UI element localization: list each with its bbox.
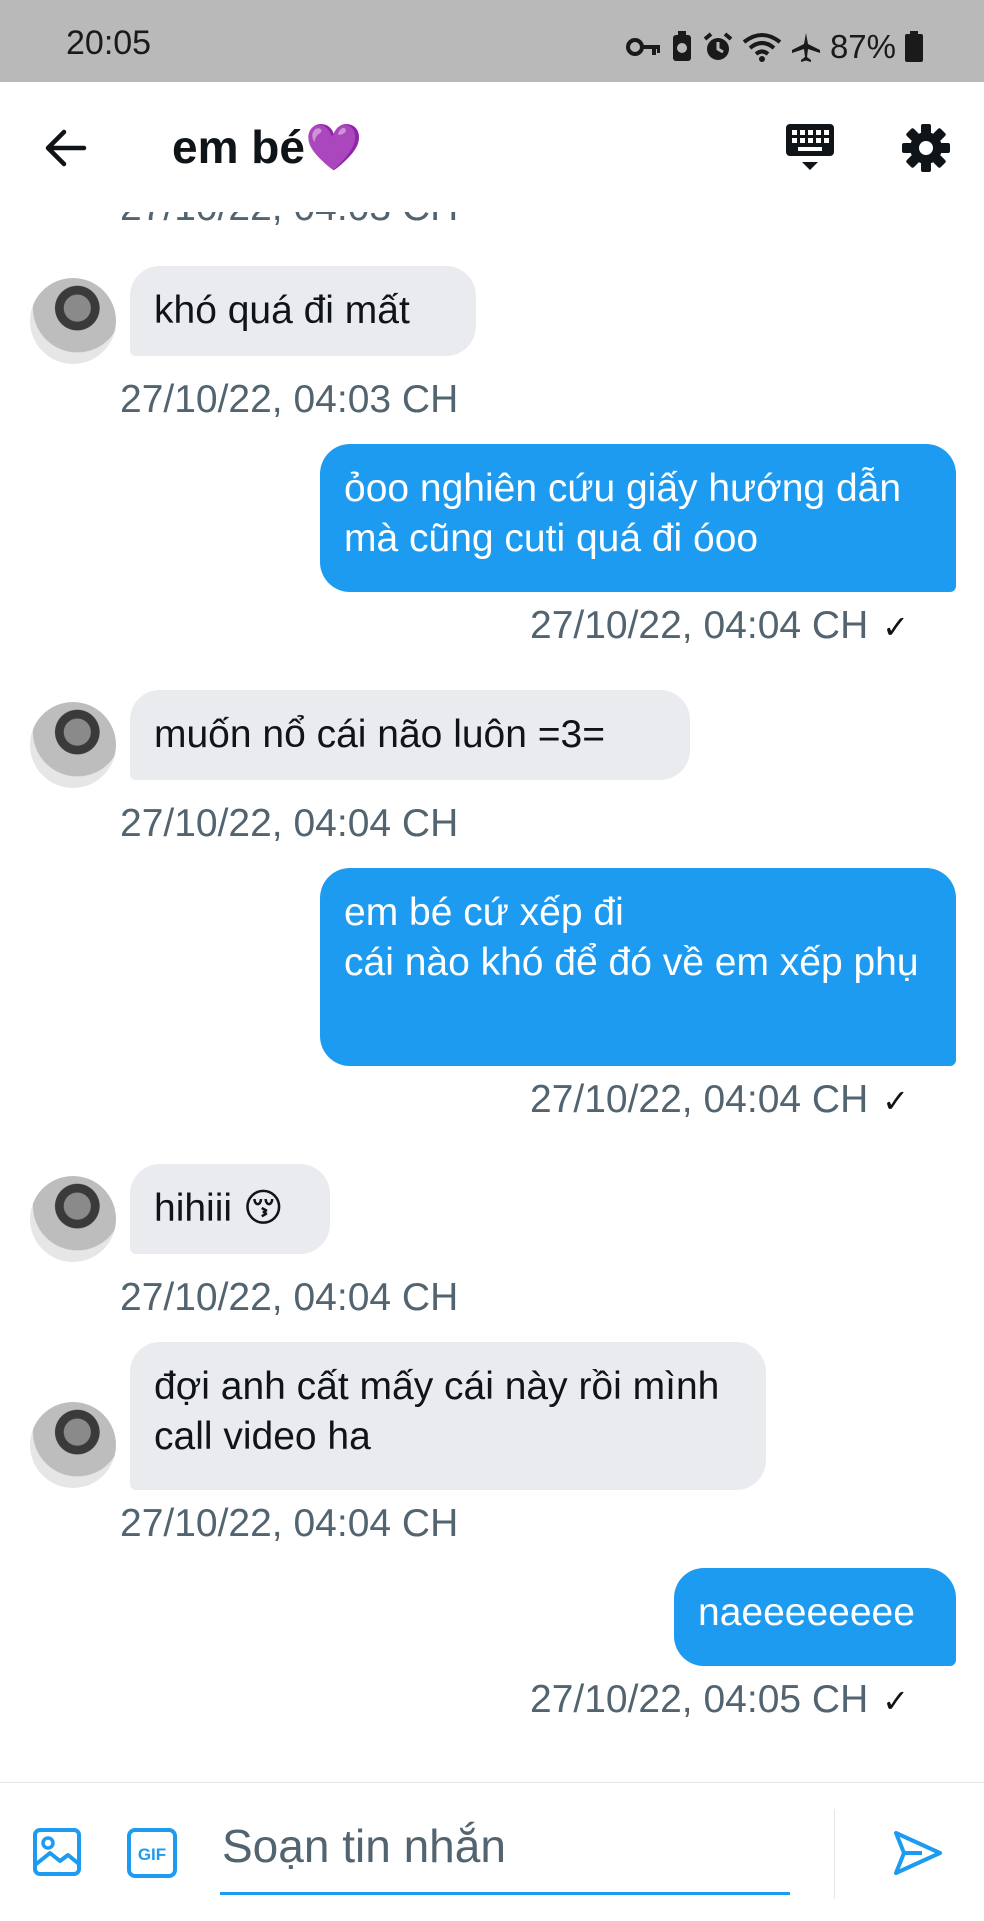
alarm-icon	[703, 32, 733, 60]
image-attach-icon[interactable]	[32, 1827, 82, 1877]
back-arrow-icon[interactable]	[44, 126, 88, 170]
send-icon[interactable]	[892, 1827, 944, 1879]
gif-label: GIF	[138, 1845, 166, 1864]
battery-percent: 87%	[829, 28, 896, 65]
contact-avatar[interactable]	[30, 1402, 116, 1488]
incoming-message-bubble[interactable]: khó quá đi mất	[130, 266, 476, 356]
wifi-icon	[742, 33, 782, 62]
status-icons: 87%	[625, 28, 924, 66]
status-time: 20:05	[66, 24, 152, 62]
battery-icon	[905, 31, 923, 62]
message-timestamp: 27/10/22, 04:04 CH	[120, 1502, 459, 1545]
status-bar: 20:05 87%	[0, 0, 984, 82]
vpn-key-icon	[625, 38, 660, 56]
contact-avatar[interactable]	[30, 278, 116, 364]
incoming-message-bubble[interactable]: hihiii 😚	[130, 1164, 330, 1254]
sent-check-icon: ✓	[882, 609, 910, 645]
gif-icon[interactable]: GIF	[126, 1827, 178, 1879]
message-list[interactable]: 27/10/22, 04:03 CH khó quá đi mất 27/10/…	[0, 212, 984, 1782]
keyboard-hide-icon[interactable]	[784, 122, 836, 174]
sent-check-icon: ✓	[882, 1083, 910, 1119]
message-timestamp: 27/10/22, 04:04 CH	[120, 1276, 459, 1319]
message-input[interactable]	[220, 1813, 790, 1895]
settings-gear-icon[interactable]	[900, 122, 952, 174]
message-timestamp: 27/10/22, 04:04 CH ✓	[530, 604, 910, 647]
sent-check-icon: ✓	[882, 1683, 910, 1719]
conversation-header: em bé💜	[0, 82, 984, 212]
outgoing-message-bubble[interactable]: ỏoo nghiên cứu giấy hướng dẫn mà cũng cu…	[320, 444, 956, 592]
message-composer: GIF	[0, 1782, 984, 1921]
incoming-message-bubble[interactable]: muốn nổ cái não luôn =3=	[130, 690, 690, 780]
contact-avatar[interactable]	[30, 1176, 116, 1262]
battery-saver-icon	[672, 31, 691, 61]
message-timestamp: 27/10/22, 04:05 CH ✓	[530, 1678, 910, 1721]
message-timestamp: 27/10/22, 04:03 CH	[120, 212, 458, 230]
incoming-message-bubble[interactable]: đợi anh cất mấy cái này rồi mình call vi…	[130, 1342, 766, 1490]
outgoing-message-bubble[interactable]: naeeeeeeee	[674, 1568, 956, 1666]
composer-divider	[834, 1809, 835, 1899]
conversation-title[interactable]: em bé💜	[172, 120, 362, 175]
airplane-mode-icon	[791, 33, 820, 62]
message-timestamp: 27/10/22, 04:04 CH	[120, 802, 459, 845]
contact-avatar[interactable]	[30, 702, 116, 788]
outgoing-message-bubble[interactable]: em bé cứ xếp đi cái nào khó để đó về em …	[320, 868, 956, 1066]
message-timestamp: 27/10/22, 04:03 CH	[120, 378, 459, 421]
message-timestamp: 27/10/22, 04:04 CH ✓	[530, 1078, 910, 1121]
